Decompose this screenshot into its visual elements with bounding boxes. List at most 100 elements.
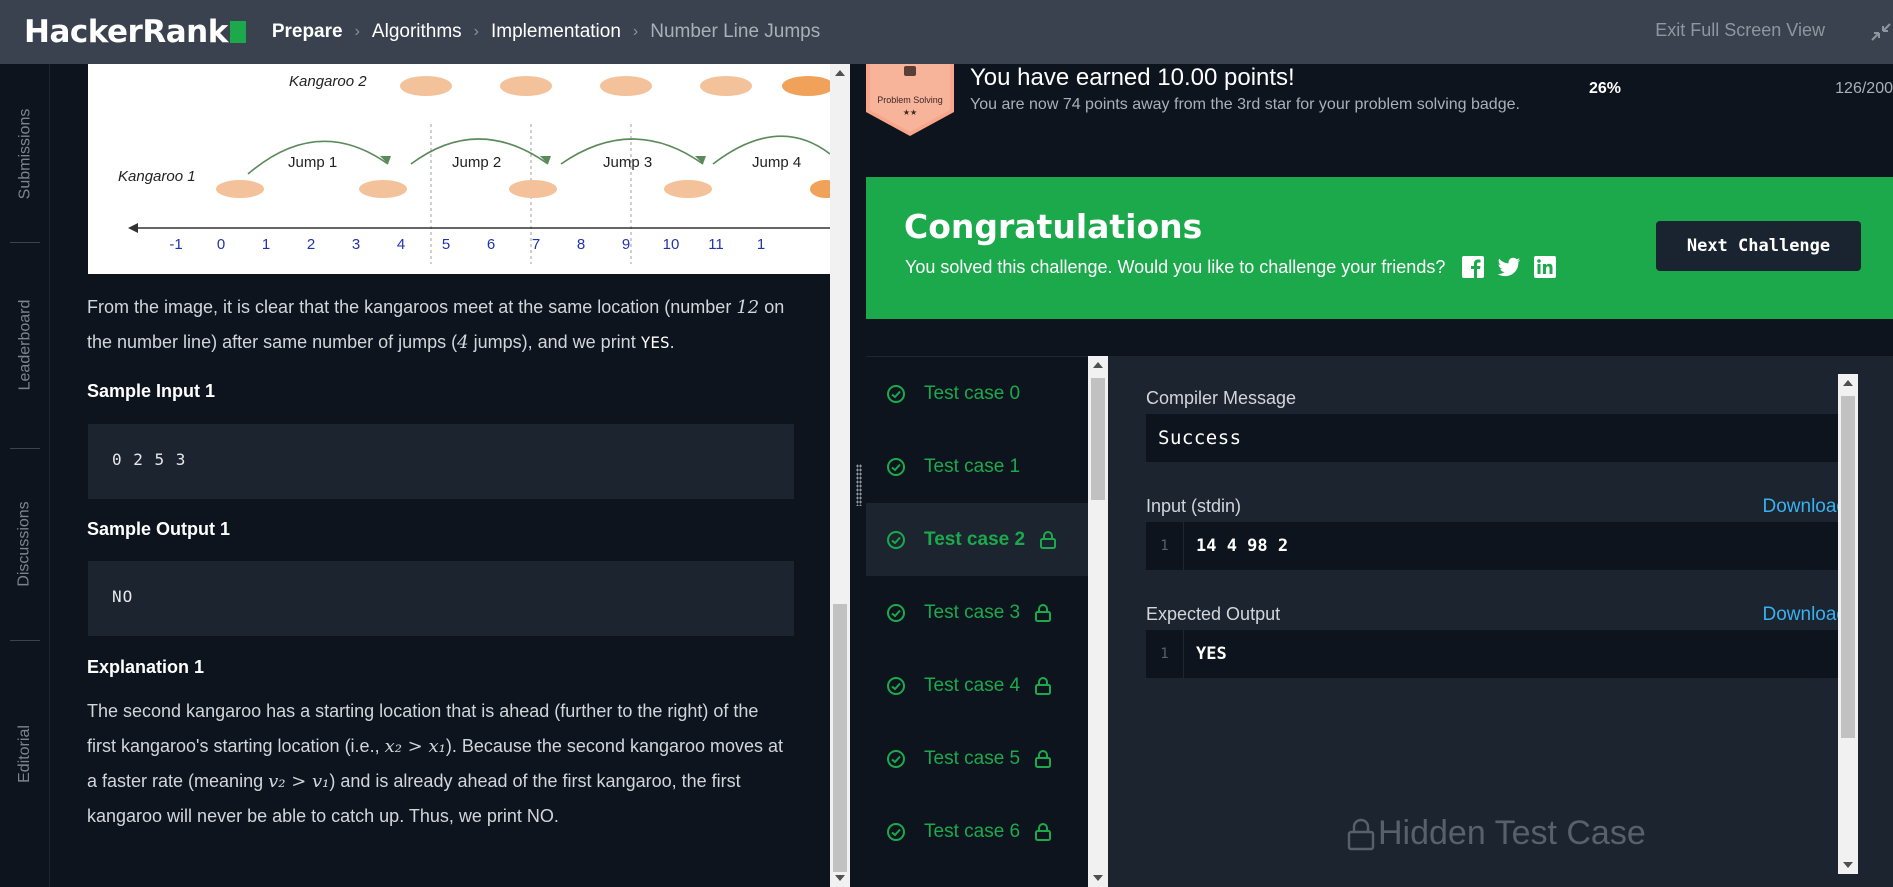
expected-output-box: 1 YES (1146, 630, 1846, 678)
badge-stars: ★★ (903, 108, 917, 117)
check-circle-icon (887, 457, 905, 476)
problem-panel: Kangaroo 2 Jump 1 Jump 2 Jump 3 Jump 4 K… (50, 64, 830, 887)
download-input-link[interactable]: Download (1763, 496, 1848, 518)
hackerrank-logo[interactable]: HackerRank (24, 14, 246, 50)
result-scrollbar[interactable] (1838, 374, 1858, 874)
scrollbar-thumb[interactable] (833, 604, 847, 872)
explanation-1: The second kangaroo has a starting locat… (87, 701, 784, 826)
test-case-label: Test case 3 (924, 601, 1021, 623)
points-earned-subtitle: You are now 74 points away from the 3rd … (970, 96, 1520, 113)
hidden-test-case-label: Hidden Test Case (1378, 814, 1646, 852)
scroll-down-arrow[interactable] (835, 875, 845, 881)
test-case-item[interactable]: Test case 3 (866, 576, 1089, 649)
breadcrumb: Prepare › Algorithms › Implementation › … (272, 21, 820, 43)
divider (10, 448, 40, 449)
sample-input-title: Sample Input 1 (87, 381, 216, 401)
scrollbar-thumb[interactable] (1091, 378, 1105, 500)
hidden-test-case-notice: Hidden Test Case (1346, 814, 1646, 853)
test-case-label: Test case 1 (924, 455, 1021, 477)
scroll-up-arrow[interactable] (835, 70, 845, 76)
line-number: 1 (1146, 630, 1184, 678)
logo-text: HackerRank (24, 14, 228, 50)
check-circle-icon (887, 530, 905, 549)
number-tick: 9 (622, 236, 630, 253)
scroll-up-arrow[interactable] (1843, 380, 1853, 386)
linkedin-icon[interactable] (1533, 255, 1557, 279)
lock-icon (1035, 749, 1052, 768)
test-case-item[interactable]: Test case 5 (866, 722, 1089, 795)
number-tick: 6 (487, 236, 495, 253)
test-case-label: Test case 4 (924, 674, 1021, 696)
test-case-item[interactable]: Test case 4 (866, 649, 1089, 722)
drag-handle-icon[interactable] (856, 464, 862, 506)
number-tick: 7 (532, 236, 540, 253)
top-bar: HackerRank Prepare › Algorithms › Implem… (0, 0, 1893, 64)
chevron-right-icon: › (632, 23, 639, 40)
number-tick: 10 (663, 236, 680, 253)
number-tick: 3 (352, 236, 360, 253)
scroll-up-arrow[interactable] (1093, 362, 1103, 368)
tab-leaderboard[interactable]: Leaderboard (0, 260, 50, 430)
badge-label: Problem Solving (877, 95, 943, 105)
test-case-label: Test case 2 (924, 528, 1026, 550)
expected-output-value: YES (1196, 644, 1227, 664)
download-expected-link[interactable]: Download (1763, 604, 1848, 626)
input-value: 14 4 98 2 (1196, 536, 1289, 556)
sample-input-box: 0 2 5 3 (88, 424, 794, 499)
tab-submissions[interactable]: Submissions (0, 84, 50, 224)
number-tick: 5 (442, 236, 450, 253)
twitter-icon[interactable] (1497, 255, 1521, 279)
test-case-item[interactable]: Test case 2 (866, 503, 1089, 576)
divider (10, 242, 40, 243)
test-case-item[interactable]: Test case 0 (866, 357, 1089, 430)
scrollbar-thumb[interactable] (1841, 396, 1855, 738)
divider (10, 640, 40, 641)
breadcrumb-algorithms[interactable]: Algorithms (372, 21, 462, 43)
points-earned-title: You have earned 10.00 points! (970, 64, 1295, 91)
congratulations-text: You solved this challenge. Would you lik… (905, 257, 1446, 277)
facebook-icon[interactable] (1461, 255, 1485, 279)
breadcrumb-implementation[interactable]: Implementation (491, 21, 621, 43)
kangaroo-diagram: Kangaroo 2 Jump 1 Jump 2 Jump 3 Jump 4 K… (88, 64, 830, 274)
next-challenge-button[interactable]: Next Challenge (1656, 221, 1861, 271)
tab-editorial[interactable]: Editorial (0, 664, 50, 844)
number-tick: 0 (217, 236, 225, 253)
chevron-right-icon: › (354, 23, 360, 40)
chevron-right-icon: › (473, 23, 479, 40)
number-tick: 2 (307, 236, 315, 253)
test-case-scrollbar[interactable] (1088, 356, 1108, 887)
number-line-diagram: Kangaroo 2 Jump 1 Jump 2 Jump 3 Jump 4 K… (118, 73, 830, 264)
tab-discussions[interactable]: Discussions (0, 464, 50, 624)
breadcrumb-prepare[interactable]: Prepare (272, 21, 343, 43)
test-case-list: Test case 0 Test case 1 Test case 2 Test ca… (866, 356, 1089, 887)
congratulations-banner: Congratulations You solved this challeng… (866, 177, 1893, 319)
check-circle-icon (887, 822, 905, 841)
input-label: Input (stdin) (1146, 496, 1242, 516)
breadcrumb-current: Number Line Jumps (650, 21, 821, 42)
scroll-down-arrow[interactable] (1843, 862, 1853, 868)
panel-splitter[interactable] (850, 64, 866, 887)
lock-icon (1035, 603, 1052, 622)
test-case-item[interactable]: Test case 6 (866, 795, 1089, 868)
jump-label: Jump 1 (288, 154, 337, 171)
problem-scrollbar[interactable] (830, 64, 850, 887)
lock-icon (1347, 818, 1375, 850)
test-case-result: Compiler Message Success Input (stdin) D… (1108, 356, 1893, 887)
scroll-down-arrow[interactable] (1093, 875, 1103, 881)
number-tick: 1 (262, 236, 270, 253)
jump-label: Jump 4 (752, 154, 801, 171)
test-case-label: Test case 5 (924, 747, 1021, 769)
lock-icon (1035, 676, 1052, 695)
test-case-item[interactable]: Test case 1 (866, 430, 1089, 503)
number-tick: 11 (708, 236, 724, 253)
sample-output-title: Sample Output 1 (87, 519, 231, 539)
number-tick: 1 (757, 236, 765, 253)
exit-fullscreen-icon[interactable] (1869, 21, 1893, 43)
test-case-label: Test case 0 (924, 382, 1021, 404)
input-box: 1 14 4 98 2 (1146, 522, 1846, 570)
logo-mark (229, 21, 246, 43)
explanation-0: From the image, it is clear that the kan… (87, 297, 785, 353)
check-circle-icon (887, 676, 905, 695)
exit-fullscreen-link[interactable]: Exit Full Screen View (1655, 20, 1825, 41)
problem-solving-badge-icon: Problem Solving ★★ (866, 64, 954, 136)
